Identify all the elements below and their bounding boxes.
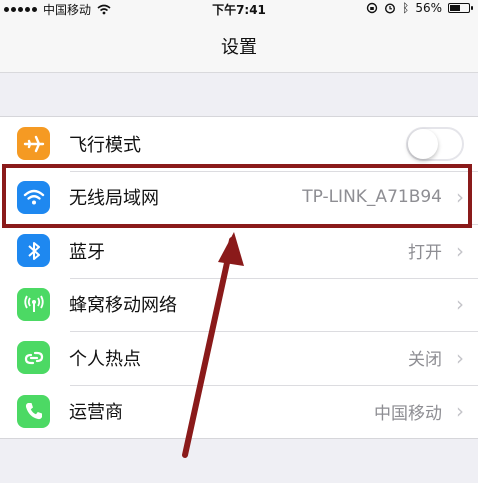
row-label: 蜂窝移动网络 bbox=[69, 295, 177, 317]
settings-row-carrier[interactable]: 运营商 中国移动 › bbox=[0, 384, 478, 439]
phone-icon bbox=[17, 394, 50, 428]
chevron-right-icon: › bbox=[456, 292, 464, 317]
settings-group: 飞行模式 无线局域网 TP-LINK_A71B94 › 蓝牙 打开 › 蜂窝移动… bbox=[0, 116, 478, 439]
row-label: 无线局域网 bbox=[69, 188, 159, 210]
cellular-icon bbox=[17, 287, 50, 321]
row-label: 个人热点 bbox=[69, 348, 141, 370]
row-value: 中国移动 bbox=[374, 403, 442, 424]
hotspot-icon bbox=[17, 341, 50, 375]
rotation-lock-icon bbox=[366, 2, 378, 14]
battery-icon bbox=[448, 3, 473, 13]
row-label: 运营商 bbox=[69, 402, 123, 424]
row-label: 飞行模式 bbox=[69, 134, 141, 156]
bluetooth-status-icon: ᛒ bbox=[402, 1, 410, 15]
chevron-right-icon: › bbox=[456, 238, 464, 263]
row-value: TP-LINK_A71B94 bbox=[302, 187, 442, 208]
chevron-right-icon: › bbox=[456, 399, 464, 424]
settings-row-cellular[interactable]: 蜂窝移动网络 › bbox=[0, 277, 478, 332]
wifi-icon bbox=[17, 180, 50, 214]
row-value: 打开 bbox=[408, 243, 442, 264]
settings-row-wlan[interactable]: 无线局域网 TP-LINK_A71B94 › bbox=[0, 170, 478, 225]
settings-row-hotspot[interactable]: 个人热点 关闭 › bbox=[0, 331, 478, 385]
settings-row-bluetooth[interactable]: 蓝牙 打开 › bbox=[0, 224, 478, 278]
page-title: 设置 bbox=[221, 37, 257, 58]
row-value: 关闭 bbox=[408, 350, 442, 371]
chevron-right-icon: › bbox=[456, 185, 464, 210]
airplane-mode-toggle[interactable] bbox=[406, 126, 464, 161]
nav-bar: 设置 bbox=[0, 20, 478, 73]
alarm-icon bbox=[385, 3, 396, 14]
battery-fill bbox=[450, 5, 461, 11]
bluetooth-icon bbox=[17, 234, 50, 268]
status-bar: 中国移动 下午7:41 ᛒ 56% bbox=[0, 0, 478, 20]
status-right: ᛒ 56% bbox=[366, 1, 473, 15]
airplane-icon bbox=[17, 127, 50, 161]
settings-row-airplane-mode[interactable]: 飞行模式 bbox=[0, 117, 478, 171]
row-label: 蓝牙 bbox=[69, 241, 105, 263]
battery-percent: 56% bbox=[415, 1, 442, 15]
chevron-right-icon: › bbox=[456, 345, 464, 370]
